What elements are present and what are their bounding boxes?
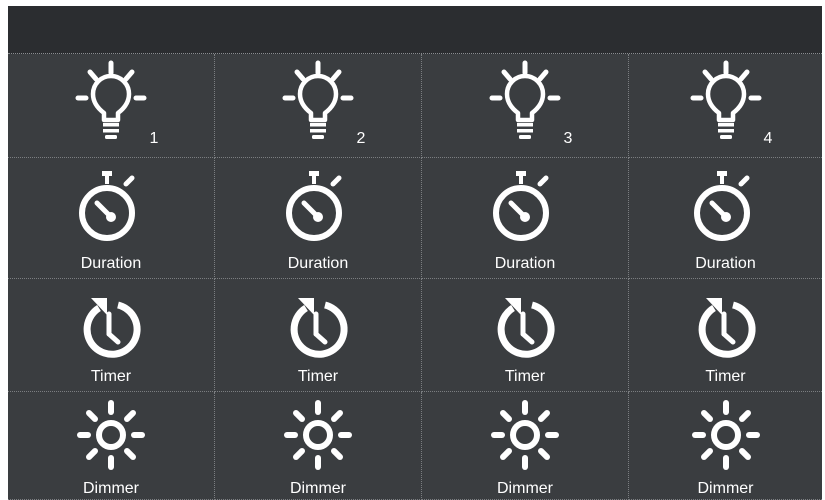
- duration-label: Duration: [695, 255, 756, 272]
- control-grid: 1 2 3 4 Duration Duration Duration Duration Time…: [8, 54, 822, 500]
- timer-icon: [497, 298, 555, 358]
- duration-label: Duration: [287, 255, 349, 272]
- duration-1-button[interactable]: Duration: [8, 158, 215, 279]
- dimmer-3-button[interactable]: Dimmer: [422, 392, 629, 500]
- stopwatch-icon: [693, 171, 750, 241]
- duration-4-button[interactable]: Duration: [629, 158, 822, 279]
- lightbulb-icon: [282, 60, 354, 139]
- dimmer-1-button[interactable]: Dimmer: [8, 392, 215, 500]
- stopwatch-icon: [79, 171, 135, 241]
- brightness-icon: [691, 400, 760, 470]
- lightbulb-icon: [75, 60, 147, 139]
- light-4-button[interactable]: 4: [629, 54, 822, 158]
- timer-label: Timer: [705, 368, 746, 385]
- dimmer-label: Dimmer: [697, 480, 754, 497]
- dimmer-label: Dimmer: [497, 480, 553, 497]
- timer-label: Timer: [297, 368, 339, 385]
- timer-icon: [83, 298, 141, 358]
- duration-2-button[interactable]: Duration: [215, 158, 422, 279]
- timer-icon: [698, 298, 756, 358]
- lightbulb-icon: [489, 60, 561, 139]
- duration-label: Duration: [80, 255, 142, 272]
- timer-label: Timer: [504, 368, 546, 385]
- duration-label: Duration: [494, 255, 556, 272]
- duration-3-button[interactable]: Duration: [422, 158, 629, 279]
- brightness-icon: [284, 400, 352, 470]
- dimmer-2-button[interactable]: Dimmer: [215, 392, 422, 500]
- title-bar: [8, 6, 822, 54]
- brightness-icon: [77, 400, 145, 470]
- light-1-button[interactable]: 1: [8, 54, 215, 158]
- stopwatch-icon: [286, 171, 342, 241]
- control-panel: 1 2 3 4 Duration Duration Duration Duration Time…: [8, 6, 822, 500]
- timer-3-button[interactable]: Timer: [422, 279, 629, 392]
- lightbulb-icon: [690, 60, 761, 139]
- timer-2-button[interactable]: Timer: [215, 279, 422, 392]
- timer-icon: [290, 298, 348, 358]
- brightness-icon: [491, 400, 559, 470]
- dimmer-label: Dimmer: [290, 480, 346, 497]
- timer-label: Timer: [90, 368, 132, 385]
- light-number-label: 2: [356, 130, 366, 147]
- dimmer-4-button[interactable]: Dimmer: [629, 392, 822, 500]
- timer-4-button[interactable]: Timer: [629, 279, 822, 392]
- light-number-label: 3: [563, 130, 573, 147]
- dimmer-label: Dimmer: [83, 480, 139, 497]
- light-number-label: 1: [149, 130, 159, 147]
- light-number-label: 4: [763, 130, 773, 147]
- stopwatch-icon: [493, 171, 549, 241]
- light-2-button[interactable]: 2: [215, 54, 422, 158]
- timer-1-button[interactable]: Timer: [8, 279, 215, 392]
- light-3-button[interactable]: 3: [422, 54, 629, 158]
